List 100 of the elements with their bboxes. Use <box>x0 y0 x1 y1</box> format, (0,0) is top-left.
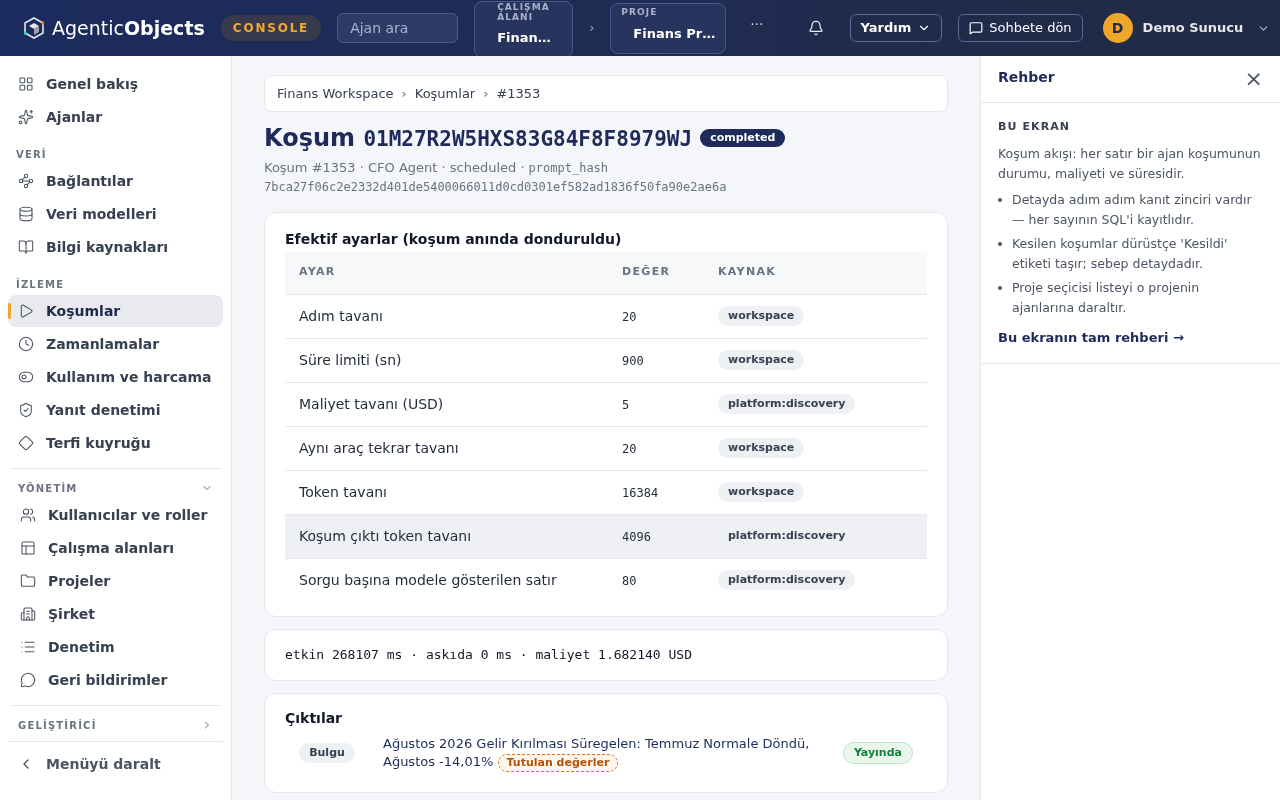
nav-item[interactable]: Bilgi kaynakları <box>8 231 223 263</box>
users-icon <box>20 507 36 523</box>
chat-button[interactable]: Sohbete dön <box>958 14 1083 42</box>
link-icon <box>18 173 34 189</box>
table-cell-text: 20 <box>622 309 637 326</box>
nav-item[interactable]: Geri bildirimler <box>10 664 221 696</box>
table-cell-text: Maliyet tavanı (USD) <box>299 394 444 414</box>
building-icon <box>20 606 36 622</box>
retained-values-tag: Tutulan değerler <box>497 753 619 772</box>
breadcrumb-link[interactable]: Koşumlar <box>414 83 476 104</box>
table-cell-text: Adım tavanı <box>299 306 383 326</box>
column-header: KAYNAK <box>718 264 777 281</box>
bullet-icon <box>998 241 1002 246</box>
close-button[interactable]: × <box>1244 68 1263 90</box>
book-icon <box>18 239 34 255</box>
help-button[interactable]: Yardım <box>849 14 943 42</box>
more-button[interactable]: ··· <box>750 13 764 43</box>
section-heading: VERİ <box>16 147 47 162</box>
column-header: AYAR <box>299 264 336 281</box>
table-cell-text: 80 <box>622 573 637 590</box>
type-tag: Bulgu <box>299 742 355 764</box>
project-selector[interactable]: PROJE Finans Pr… <box>610 2 727 54</box>
guide-bullet: Kesilen koşumlar dürüstçe 'Kesildi' etiketi taşır; sebep detaydadır. <box>1012 234 1229 273</box>
table-cell-text: 5 <box>622 397 630 414</box>
nav-item[interactable]: Genel bakış <box>8 68 223 100</box>
nav-item[interactable]: Kullanım ve harcama <box>8 361 223 393</box>
page-title: Koşum 01M27R2W5HXS83G84F8F8979WJ <box>264 123 693 154</box>
guide-intro: Koşum akışı: her satır bir ajan koşumunun durumu, maliyeti ve süresidir. <box>998 144 1262 183</box>
source-tag: workspace <box>718 437 805 459</box>
nav-item[interactable]: Bağlantılar <box>8 165 223 197</box>
section-heading: İZLEME <box>16 277 65 292</box>
bullet-icon <box>998 197 1002 202</box>
database-icon <box>18 206 34 222</box>
message-icon <box>20 672 36 688</box>
collapse-menu-button[interactable]: Menüyü daralt <box>8 752 171 776</box>
nav-item[interactable]: Terfi kuyruğu <box>8 427 223 459</box>
nav-item[interactable]: Ajanlar <box>8 101 223 133</box>
console-badge: CONSOLE <box>220 15 322 41</box>
card-title: Çıktılar <box>285 708 344 728</box>
table-cell-text: 4096 <box>622 529 651 546</box>
play-icon <box>18 303 34 319</box>
section-heading: BU EKRAN <box>998 119 1072 135</box>
search-field[interactable]: Ajan ara <box>337 13 459 43</box>
timing-summary: etkin 268107 ms · askıda 0 ms · maliyet 1.682140 USD <box>285 645 692 664</box>
source-tag: platform:discovery <box>718 393 856 415</box>
table-cell-text: 900 <box>622 353 644 370</box>
chat-icon <box>969 21 984 35</box>
source-tag: workspace <box>718 349 805 371</box>
status-tag: Yayında <box>842 741 913 765</box>
status-badge: completed <box>700 128 786 148</box>
output-title[interactable]: Ağustos 2026 Gelir Kırılması Süregelen: Temmuz Normale Döndü, Ağustos -14,01% Tutulan değerler <box>383 734 843 772</box>
guide-bullet: Proje seçicisi listeyi o projenin ajanlarına daraltır. <box>1012 278 1201 317</box>
sparkle-icon <box>18 109 34 125</box>
nav-item[interactable]: Denetim <box>10 631 221 663</box>
section-heading[interactable]: GELİŞTİRİCİ <box>18 717 97 733</box>
section-heading[interactable]: YÖNETİM <box>18 480 78 496</box>
guide-bullet: Detayda adım adım kanıt zinciri vardır — her sayının SQL'i kayıtlıdır. <box>1012 190 1253 229</box>
nav-item[interactable]: Şirket <box>10 598 221 630</box>
bullet-icon <box>998 285 1002 290</box>
logo-icon <box>24 17 44 39</box>
nav-item[interactable]: Veri modelleri <box>8 198 223 230</box>
shield-icon <box>18 402 34 418</box>
user-avatar[interactable]: D <box>1102 13 1133 43</box>
table-cell-text: Sorgu başına modele gösterilen satır <box>299 570 557 590</box>
run-meta: Koşum #1353 · CFO Agent · scheduled · <box>264 159 525 177</box>
folder-icon <box>20 573 36 589</box>
diamond-icon <box>18 435 34 451</box>
list-icon <box>20 639 36 655</box>
clock-icon <box>18 336 34 352</box>
toggle-icon <box>18 369 34 385</box>
hash-label: prompt_hash <box>528 159 609 177</box>
table-cell-text: 16384 <box>622 485 659 502</box>
source-tag: workspace <box>718 481 805 503</box>
breadcrumb-link[interactable]: Finans Workspace <box>277 83 394 104</box>
table-cell-text: Aynı araç tekrar tavanı <box>299 438 459 458</box>
nav-item[interactable]: Koşumlar <box>8 295 223 327</box>
grid-icon <box>18 76 34 92</box>
brand-name: AgenticObjects <box>52 15 205 41</box>
table-cell-text: Süre limiti (sn) <box>299 350 402 370</box>
nav-item[interactable]: Yanıt denetimi <box>8 394 223 426</box>
nav-item[interactable]: Zamanlamalar <box>8 328 223 360</box>
breadcrumb-separator: › <box>483 84 489 103</box>
nav-item[interactable]: Projeler <box>10 565 221 597</box>
breadcrumb-link[interactable]: #1353 <box>496 83 541 104</box>
full-guide-link[interactable]: Bu ekranın tam rehberi → <box>998 327 1184 347</box>
user-name[interactable]: Demo Sunucu <box>1142 18 1244 38</box>
nav-item[interactable]: Kullanıcılar ve roller <box>10 499 221 531</box>
card-title: Efektif ayarlar (koşum anında donduruldu) <box>285 229 623 249</box>
table-cell-text: 20 <box>622 441 637 458</box>
column-header: DEĞER <box>622 264 671 281</box>
table-cell-text: Token tavanı <box>299 482 387 502</box>
notification-icon[interactable] <box>807 20 824 36</box>
workspace-selector[interactable]: ÇALIŞMA ALANI Finan… <box>474 0 574 58</box>
source-tag: workspace <box>718 305 805 327</box>
prompt-hash: 7bca27f06c2e2332d401de5400066011d0cd0301ef582ad1836f50fa90e2ae6a <box>264 178 727 196</box>
layout-icon <box>20 540 36 556</box>
nav-item[interactable]: Çalışma alanları <box>10 532 221 564</box>
source-tag: platform:discovery <box>718 569 856 591</box>
breadcrumb-separator: › <box>401 84 407 103</box>
table-cell-text: Koşum çıktı token tavanı <box>299 526 472 546</box>
